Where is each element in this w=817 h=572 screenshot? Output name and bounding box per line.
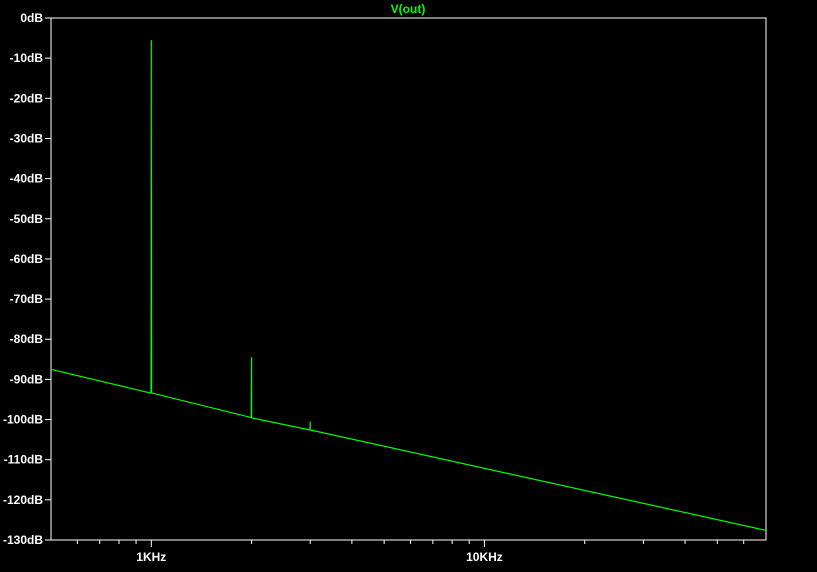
y-tick-label: -20dB [10, 91, 44, 105]
y-tick-label: 0dB [20, 11, 43, 25]
x-tick-label: 1KHz [136, 550, 166, 564]
waveform-plot-window: 0dB -10dB -20dB -30dB -40dB -50dB -60dB -70dB -8… [0, 0, 817, 567]
y-tick-label: -40dB [10, 172, 44, 186]
legend-series-label[interactable]: V(out) [391, 2, 426, 16]
plot-frame [50, 17, 767, 541]
y-tick-label: -30dB [10, 131, 44, 145]
y-tick-label: -60dB [10, 252, 44, 266]
y-tick-label: -50dB [10, 212, 44, 226]
y-tick-label: -130dB [3, 533, 43, 547]
y-tick-label: -90dB [10, 372, 44, 386]
series-trace-v-out [50, 40, 767, 531]
y-tick-label: -100dB [3, 413, 43, 427]
y-tick-label: -70dB [10, 292, 44, 306]
y-tick-label: -80dB [10, 332, 44, 346]
y-tick-label: -120dB [3, 493, 43, 507]
x-tick-label: 10KHz [466, 550, 503, 564]
y-tick-label: -110dB [4, 453, 44, 467]
chart: 0dB -10dB -20dB -30dB -40dB -50dB -60dB -70dB -8… [3, 2, 767, 564]
y-tick-label: -10dB [10, 51, 44, 65]
